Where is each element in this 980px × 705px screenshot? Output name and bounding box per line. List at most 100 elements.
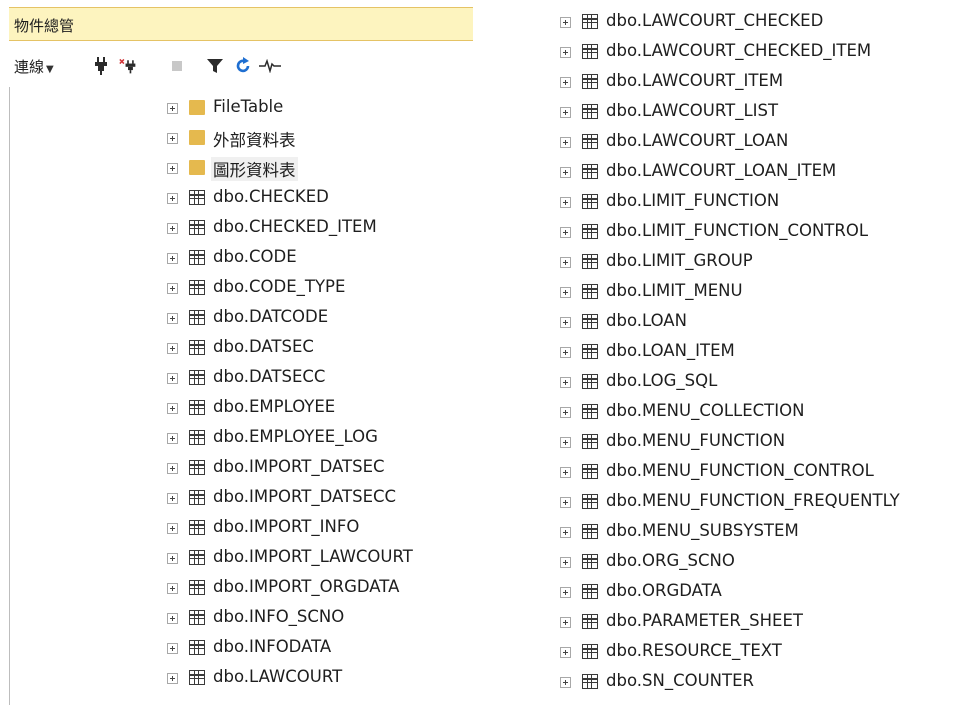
expand-icon[interactable] [167,283,178,294]
table-icon [582,404,598,419]
expand-icon[interactable] [560,437,571,448]
table-icon [582,14,598,29]
expand-icon[interactable] [560,647,571,658]
table-icon [582,134,598,149]
expand-icon[interactable] [560,677,571,688]
expand-icon[interactable] [167,433,178,444]
expand-icon[interactable] [167,613,178,624]
expand-icon[interactable] [560,167,571,178]
table-icon [582,254,598,269]
expand-icon[interactable] [167,493,178,504]
expand-icon[interactable] [167,673,178,684]
tree-node-label: dbo.EMPLOYEE_LOG [213,427,378,446]
expand-icon[interactable] [560,377,571,388]
tree-node-label: dbo.LIMIT_FUNCTION_CONTROL [606,221,869,240]
refresh-icon[interactable] [234,57,252,75]
folder-icon [189,100,205,115]
tree-node-label: dbo.IMPORT_DATSECC [213,487,397,506]
connect-dropdown-button[interactable]: 連線 ▼ [14,56,54,77]
expand-icon[interactable] [560,137,571,148]
connect-label: 連線 [14,58,45,76]
expand-icon[interactable] [560,467,571,478]
expand-icon[interactable] [560,197,571,208]
expand-icon[interactable] [167,463,178,474]
disconnect-icon[interactable] [119,57,137,75]
activity-icon[interactable] [259,57,281,75]
expand-icon[interactable] [560,47,571,58]
table-icon [189,220,205,235]
plug-icon[interactable] [92,57,110,75]
expand-icon[interactable] [560,527,571,538]
tree-node-label: dbo.LIMIT_FUNCTION [606,191,780,210]
expand-icon[interactable] [167,403,178,414]
expand-icon[interactable] [167,343,178,354]
expand-icon[interactable] [560,317,571,328]
expand-icon[interactable] [167,133,178,144]
expand-icon[interactable] [560,107,571,118]
table-icon [582,224,598,239]
stop-icon[interactable] [168,57,186,75]
tree-node-label: dbo.LAWCOURT_CHECKED [606,11,824,30]
expand-icon[interactable] [167,583,178,594]
table-icon [189,400,205,415]
expand-icon[interactable] [560,557,571,568]
tree-node-label: dbo.LOG_SQL [606,371,718,390]
expand-icon[interactable] [560,257,571,268]
tree-node-label: FileTable [213,97,284,116]
expand-icon[interactable] [167,313,178,324]
table-icon [582,344,598,359]
expand-icon[interactable] [560,77,571,88]
table-icon [189,580,205,595]
tree-node-label: dbo.MENU_COLLECTION [606,401,805,420]
tree-node-label: dbo.IMPORT_ORGDATA [213,577,400,596]
chevron-down-icon: ▼ [46,64,54,75]
table-icon [189,490,205,505]
expand-icon[interactable] [167,553,178,564]
table-icon [582,44,598,59]
expand-icon[interactable] [167,253,178,264]
table-icon [189,550,205,565]
table-icon [189,640,205,655]
expand-icon[interactable] [560,407,571,418]
tree-node-label: dbo.IMPORT_DATSEC [213,457,385,476]
tree-node-label: dbo.INFO_SCNO [213,607,345,626]
expand-icon[interactable] [167,103,178,114]
expand-icon[interactable] [167,523,178,534]
table-icon [582,164,598,179]
table-icon [582,104,598,119]
tree-node-label: dbo.ORGDATA [606,581,722,600]
expand-icon[interactable] [560,17,571,28]
tree-node-label: 圖形資料表 [211,157,298,181]
expand-icon[interactable] [560,617,571,628]
object-explorer-panel: 物件總管 連線 ▼ FileTable 外部資料表 圖形資料表 dbo.CHECKED d… [0,0,474,705]
table-icon [189,670,205,685]
tree-node-label: dbo.PARAMETER_SHEET [606,611,803,630]
expand-icon[interactable] [167,373,178,384]
expand-icon[interactable] [167,223,178,234]
table-icon [189,190,205,205]
expand-icon[interactable] [560,497,571,508]
table-icon [582,494,598,509]
filter-icon[interactable] [206,57,224,75]
tree-node-label: dbo.CODE_TYPE [213,277,346,296]
table-icon [189,280,205,295]
expand-icon[interactable] [167,163,178,174]
table-icon [582,374,598,389]
tree-node-label: dbo.LAWCOURT_LOAN_ITEM [606,161,837,180]
panel-left-border [9,87,10,705]
table-icon [582,584,598,599]
expand-icon[interactable] [560,287,571,298]
tree-node-label: dbo.DATSECC [213,367,326,386]
expand-icon[interactable] [560,227,571,238]
tree-node-label: dbo.LIMIT_GROUP [606,251,753,270]
expand-icon[interactable] [167,193,178,204]
expand-icon[interactable] [560,347,571,358]
table-icon [189,430,205,445]
table-icon [582,614,598,629]
object-explorer-toolbar: 連線 ▼ [9,45,473,85]
tree-node-label: dbo.ORG_SCNO [606,551,735,570]
expand-icon[interactable] [560,587,571,598]
expand-icon[interactable] [167,643,178,654]
tree-node-label: dbo.MENU_FUNCTION_CONTROL [606,461,874,480]
tree-node-label: dbo.EMPLOYEE [213,397,336,416]
